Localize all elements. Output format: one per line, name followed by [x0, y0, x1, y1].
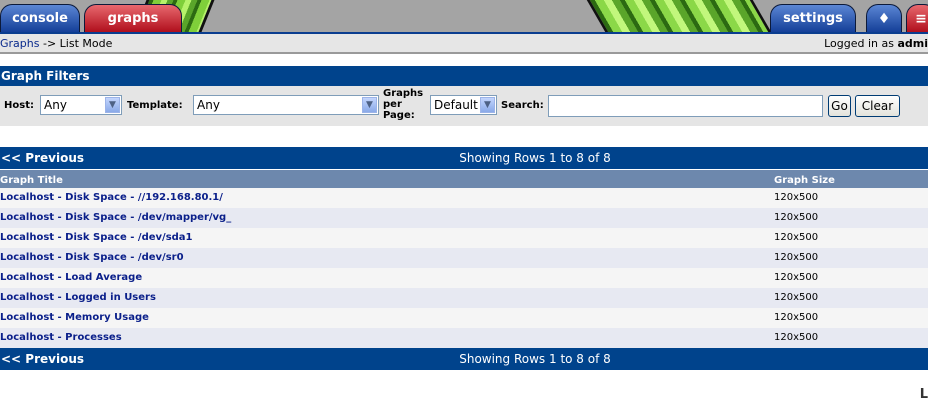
- clear-button[interactable]: Clear: [855, 95, 900, 117]
- tab-console[interactable]: console: [0, 4, 80, 32]
- graphs-per-page-select[interactable]: Default ▼: [430, 95, 497, 115]
- gpp-label-line2: per: [383, 99, 402, 110]
- graph-title-link[interactable]: Localhost - Processes: [0, 328, 122, 348]
- graph-size: 120x500: [774, 252, 819, 263]
- gpp-select-value: Default: [434, 98, 478, 112]
- table-row: Localhost - Processes 120x500: [0, 328, 928, 348]
- graph-title-link[interactable]: Localhost - Load Average: [0, 268, 142, 288]
- gpp-label-line1: Graphs: [383, 88, 424, 99]
- graph-size: 120x500: [774, 292, 819, 303]
- table-row: Localhost - Memory Usage 120x500: [0, 308, 928, 328]
- table-row: Localhost - Disk Space - /dev/sda1 120x5…: [0, 228, 928, 248]
- login-prefix: Logged in as: [824, 37, 898, 50]
- tab-settings[interactable]: settings: [770, 4, 856, 32]
- rows-count: Showing Rows 1 to 8 of 8: [459, 151, 611, 165]
- pager-bottom: << Previous Showing Rows 1 to 8 of 8: [0, 348, 928, 370]
- graph-size: 120x500: [774, 232, 819, 243]
- login-status: Logged in as admi: [824, 37, 928, 50]
- breadcrumb-separator: ->: [39, 37, 60, 50]
- chevron-down-icon[interactable]: ▼: [362, 97, 377, 113]
- graph-filters-title: Graph Filters: [0, 66, 928, 86]
- breadcrumb-bar: Graphs -> List Mode Logged in as admi: [0, 32, 928, 54]
- top-banner: console graphs settings ♦ ≡: [0, 0, 928, 32]
- table-row: Localhost - Logged in Users 120x500: [0, 288, 928, 308]
- graph-title-link[interactable]: Localhost - Memory Usage: [0, 308, 149, 328]
- pager-top: << Previous Showing Rows 1 to 8 of 8: [0, 147, 928, 169]
- host-select-value: Any: [44, 98, 67, 112]
- gpp-label-line3: Page:: [383, 110, 415, 121]
- graph-title-link[interactable]: Localhost - Logged in Users: [0, 288, 156, 308]
- template-select[interactable]: Any ▼: [193, 95, 379, 115]
- table-row: Localhost - Load Average 120x500: [0, 268, 928, 288]
- graph-size: 120x500: [774, 272, 819, 283]
- tree-icon: ♦: [877, 11, 891, 27]
- graph-size: 120x500: [774, 312, 819, 323]
- list-icon: ≡: [915, 11, 927, 27]
- graph-title-link[interactable]: Localhost - Disk Space - /dev/mapper/vg_: [0, 208, 231, 228]
- rows-count: Showing Rows 1 to 8 of 8: [459, 352, 611, 366]
- table-header: Graph Title Graph Size: [0, 170, 928, 188]
- graph-size: 120x500: [774, 212, 819, 223]
- tab-graphs[interactable]: graphs: [84, 4, 182, 32]
- graph-size: 120x500: [774, 332, 819, 343]
- footer-glyph: L: [919, 387, 928, 402]
- host-select[interactable]: Any ▼: [40, 95, 122, 115]
- graph-title-link[interactable]: Localhost - Disk Space - /dev/sda1: [0, 228, 193, 248]
- tab-tree-view[interactable]: ♦: [866, 4, 902, 32]
- search-label: Search:: [501, 100, 544, 111]
- template-label: Template:: [127, 100, 183, 111]
- login-user: admi: [897, 37, 928, 50]
- graph-filters-panel: Host: Any ▼ Template: Any ▼ Graphs per P…: [0, 86, 928, 126]
- breadcrumb: Graphs -> List Mode: [0, 37, 112, 50]
- graph-title-link[interactable]: Localhost - Disk Space - /dev/sr0: [0, 248, 184, 268]
- table-row: Localhost - Disk Space - /dev/sr0 120x50…: [0, 248, 928, 268]
- table-row: Localhost - Disk Space - //192.168.80.1/…: [0, 188, 928, 208]
- graph-size: 120x500: [774, 192, 819, 203]
- table-row: Localhost - Disk Space - /dev/mapper/vg_…: [0, 208, 928, 228]
- graph-title-link[interactable]: Localhost - Disk Space - //192.168.80.1/: [0, 188, 223, 208]
- chevron-down-icon[interactable]: ▼: [480, 97, 495, 113]
- host-label: Host:: [4, 100, 34, 111]
- graphs-per-page-label: Graphs per Page:: [383, 88, 423, 121]
- template-select-value: Any: [197, 98, 220, 112]
- breadcrumb-graphs-link[interactable]: Graphs: [0, 37, 39, 50]
- banner-decoration-right: [580, 0, 778, 32]
- breadcrumb-current: List Mode: [59, 37, 113, 50]
- search-input[interactable]: [548, 95, 823, 117]
- chevron-down-icon[interactable]: ▼: [105, 97, 120, 113]
- go-button[interactable]: Go: [828, 95, 851, 117]
- tab-list-view[interactable]: ≡: [906, 4, 928, 32]
